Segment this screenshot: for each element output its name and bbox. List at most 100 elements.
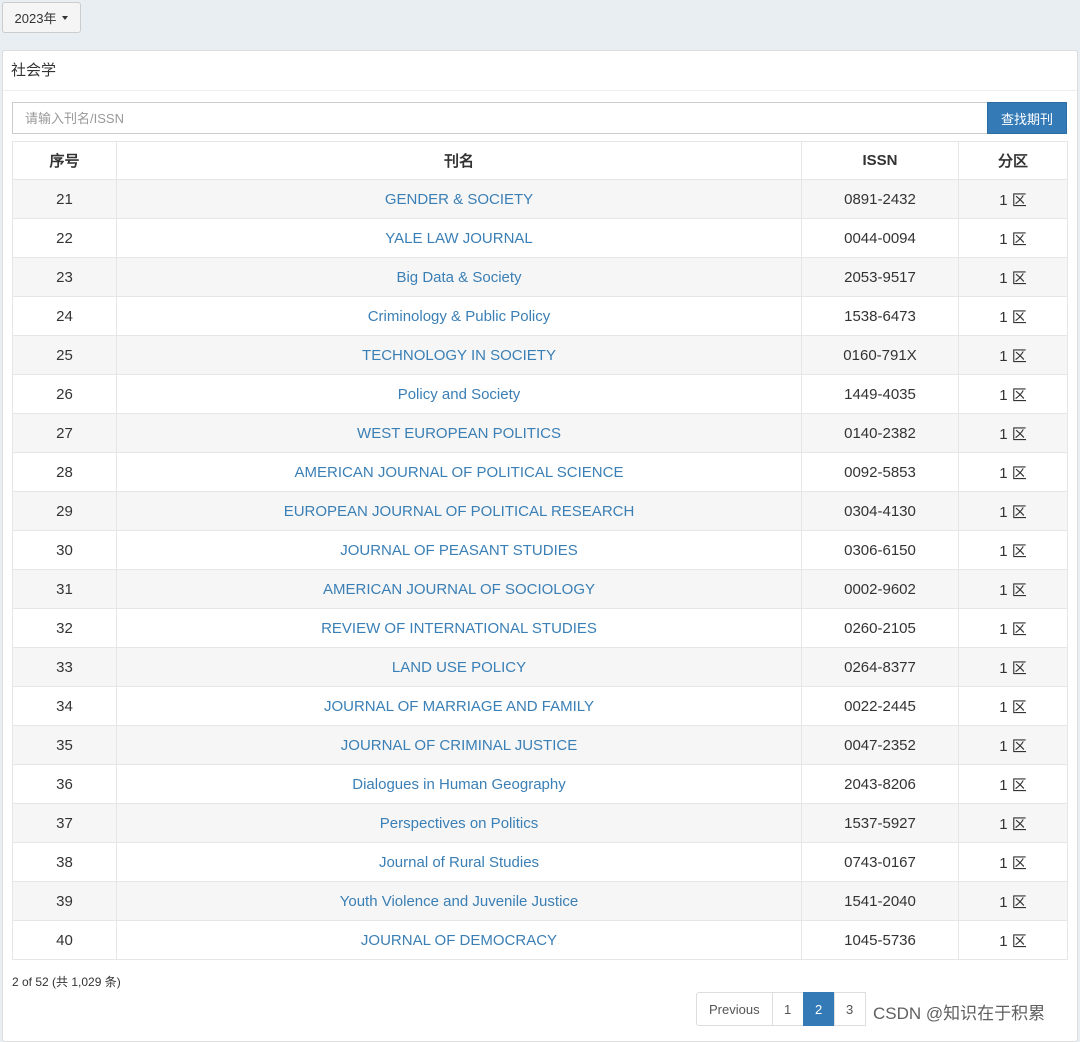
journal-name-link[interactable]: JOURNAL OF DEMOCRACY: [361, 932, 557, 949]
journal-name-link[interactable]: Perspectives on Politics: [380, 815, 538, 832]
zone-cell: 1 区: [958, 335, 1068, 375]
table-row: 34 JOURNAL OF MARRIAGE AND FAMILY 0022-244…: [12, 686, 1068, 726]
row-number: 30: [12, 530, 117, 570]
issn-cell: 2053-9517: [801, 257, 959, 297]
issn-cell: 0047-2352: [801, 725, 959, 765]
table-row: 33 LAND USE POLICY 0264-8377 1 区: [12, 647, 1068, 687]
zone-cell: 1 区: [958, 803, 1068, 843]
table-row: 38 Journal of Rural Studies 0743-0167 1 区: [12, 842, 1068, 882]
journal-name-link[interactable]: GENDER & SOCIETY: [385, 191, 533, 208]
journal-name-link[interactable]: EUROPEAN JOURNAL OF POLITICAL RESEARCH: [284, 503, 635, 520]
table-row: 30 JOURNAL OF PEASANT STUDIES 0306-6150 1 区: [12, 530, 1068, 570]
zone-cell: 1 区: [958, 218, 1068, 258]
journal-name-cell: REVIEW OF INTERNATIONAL STUDIES: [116, 608, 802, 648]
issn-cell: 1537-5927: [801, 803, 959, 843]
row-number: 32: [12, 608, 117, 648]
journal-name-link[interactable]: Dialogues in Human Geography: [352, 776, 565, 793]
row-number: 26: [12, 374, 117, 414]
zone-cell: 1 区: [958, 881, 1068, 921]
journal-name-cell: JOURNAL OF CRIMINAL JUSTICE: [116, 725, 802, 765]
top-bar: 2023年: [0, 0, 1080, 48]
row-number: 33: [12, 647, 117, 687]
issn-cell: 0743-0167: [801, 842, 959, 882]
table-row: 21 GENDER & SOCIETY 0891-2432 1 区: [12, 179, 1068, 219]
table-row: 31 AMERICAN JOURNAL OF SOCIOLOGY 0002-9602…: [12, 569, 1068, 609]
row-number: 22: [12, 218, 117, 258]
zone-cell: 1 区: [958, 725, 1068, 765]
zone-cell: 1 区: [958, 413, 1068, 453]
row-number: 34: [12, 686, 117, 726]
row-number: 29: [12, 491, 117, 531]
journal-name-link[interactable]: TECHNOLOGY IN SOCIETY: [362, 347, 556, 364]
journal-name-cell: JOURNAL OF DEMOCRACY: [116, 920, 802, 960]
journal-name-cell: AMERICAN JOURNAL OF POLITICAL SCIENCE: [116, 452, 802, 492]
journal-name-link[interactable]: Big Data & Society: [396, 269, 521, 286]
journal-name-link[interactable]: JOURNAL OF MARRIAGE AND FAMILY: [324, 698, 594, 715]
table-row: 35 JOURNAL OF CRIMINAL JUSTICE 0047-2352 1 …: [12, 725, 1068, 765]
issn-cell: 0022-2445: [801, 686, 959, 726]
table-body: 21 GENDER & SOCIETY 0891-2432 1 区 22 YALE LAW…: [12, 179, 1068, 960]
journal-name-cell: TECHNOLOGY IN SOCIETY: [116, 335, 802, 375]
journal-name-link[interactable]: JOURNAL OF CRIMINAL JUSTICE: [341, 737, 577, 754]
journal-name-cell: GENDER & SOCIETY: [116, 179, 802, 219]
watermark: CSDN @知识在于积累: [873, 1004, 1046, 1023]
issn-cell: 0264-8377: [801, 647, 959, 687]
journal-name-link[interactable]: REVIEW OF INTERNATIONAL STUDIES: [321, 620, 597, 637]
journal-name-cell: LAND USE POLICY: [116, 647, 802, 687]
page-button-3[interactable]: 3: [833, 992, 866, 1026]
journal-name-link[interactable]: Criminology & Public Policy: [368, 308, 551, 325]
pagination: Previous 1 2 3: [696, 992, 866, 1026]
row-number: 27: [12, 413, 117, 453]
journal-name-link[interactable]: JOURNAL OF PEASANT STUDIES: [340, 542, 578, 559]
journal-name-link[interactable]: Youth Violence and Juvenile Justice: [340, 893, 579, 910]
journal-panel: 社会学 查找期刊 序号 刊名 ISSN 分区 21 GENDER & SOCIET…: [2, 50, 1078, 1042]
row-number: 24: [12, 296, 117, 336]
journal-name-cell: Youth Violence and Juvenile Justice: [116, 881, 802, 921]
page-button-2[interactable]: 2: [802, 992, 835, 1026]
issn-cell: 1538-6473: [801, 296, 959, 336]
journal-name-link[interactable]: YALE LAW JOURNAL: [385, 230, 533, 247]
search-button[interactable]: 查找期刊: [987, 102, 1067, 134]
journal-name-cell: Big Data & Society: [116, 257, 802, 297]
journal-name-cell: Perspectives on Politics: [116, 803, 802, 843]
issn-cell: 1449-4035: [801, 374, 959, 414]
journal-name-link[interactable]: LAND USE POLICY: [392, 659, 526, 676]
issn-cell: 0140-2382: [801, 413, 959, 453]
zone-cell: 1 区: [958, 920, 1068, 960]
year-dropdown[interactable]: 2023年: [2, 2, 81, 33]
journal-table: 序号 刊名 ISSN 分区 21 GENDER & SOCIETY 0891-243…: [12, 141, 1068, 960]
row-number: 37: [12, 803, 117, 843]
zone-cell: 1 区: [958, 569, 1068, 609]
journal-name-link[interactable]: Policy and Society: [398, 386, 521, 403]
issn-cell: 2043-8206: [801, 764, 959, 804]
page-button-1[interactable]: 1: [771, 992, 804, 1026]
row-number: 36: [12, 764, 117, 804]
journal-name-cell: Criminology & Public Policy: [116, 296, 802, 336]
journal-name-link[interactable]: Journal of Rural Studies: [379, 854, 539, 871]
table-row: 26 Policy and Society 1449-4035 1 区: [12, 374, 1068, 414]
zone-cell: 1 区: [958, 842, 1068, 882]
journal-name-link[interactable]: AMERICAN JOURNAL OF POLITICAL SCIENCE: [295, 464, 624, 481]
table-row: 28 AMERICAN JOURNAL OF POLITICAL SCIENCE 0…: [12, 452, 1068, 492]
zone-cell: 1 区: [958, 452, 1068, 492]
row-number: 40: [12, 920, 117, 960]
zone-cell: 1 区: [958, 647, 1068, 687]
search-input[interactable]: [12, 102, 987, 134]
row-number: 25: [12, 335, 117, 375]
journal-name-link[interactable]: WEST EUROPEAN POLITICS: [357, 425, 561, 442]
row-number: 23: [12, 257, 117, 297]
issn-cell: 0044-0094: [801, 218, 959, 258]
issn-cell: 0891-2432: [801, 179, 959, 219]
table-header-row: 序号 刊名 ISSN 分区: [12, 141, 1068, 180]
zone-cell: 1 区: [958, 296, 1068, 336]
search-bar: 查找期刊: [12, 102, 1067, 134]
row-number: 31: [12, 569, 117, 609]
row-number: 21: [12, 179, 117, 219]
journal-name-cell: Policy and Society: [116, 374, 802, 414]
issn-cell: 1045-5736: [801, 920, 959, 960]
previous-page-button[interactable]: Previous: [696, 992, 773, 1026]
journal-name-link[interactable]: AMERICAN JOURNAL OF SOCIOLOGY: [323, 581, 595, 598]
issn-cell: 0160-791X: [801, 335, 959, 375]
zone-cell: 1 区: [958, 764, 1068, 804]
row-number: 39: [12, 881, 117, 921]
